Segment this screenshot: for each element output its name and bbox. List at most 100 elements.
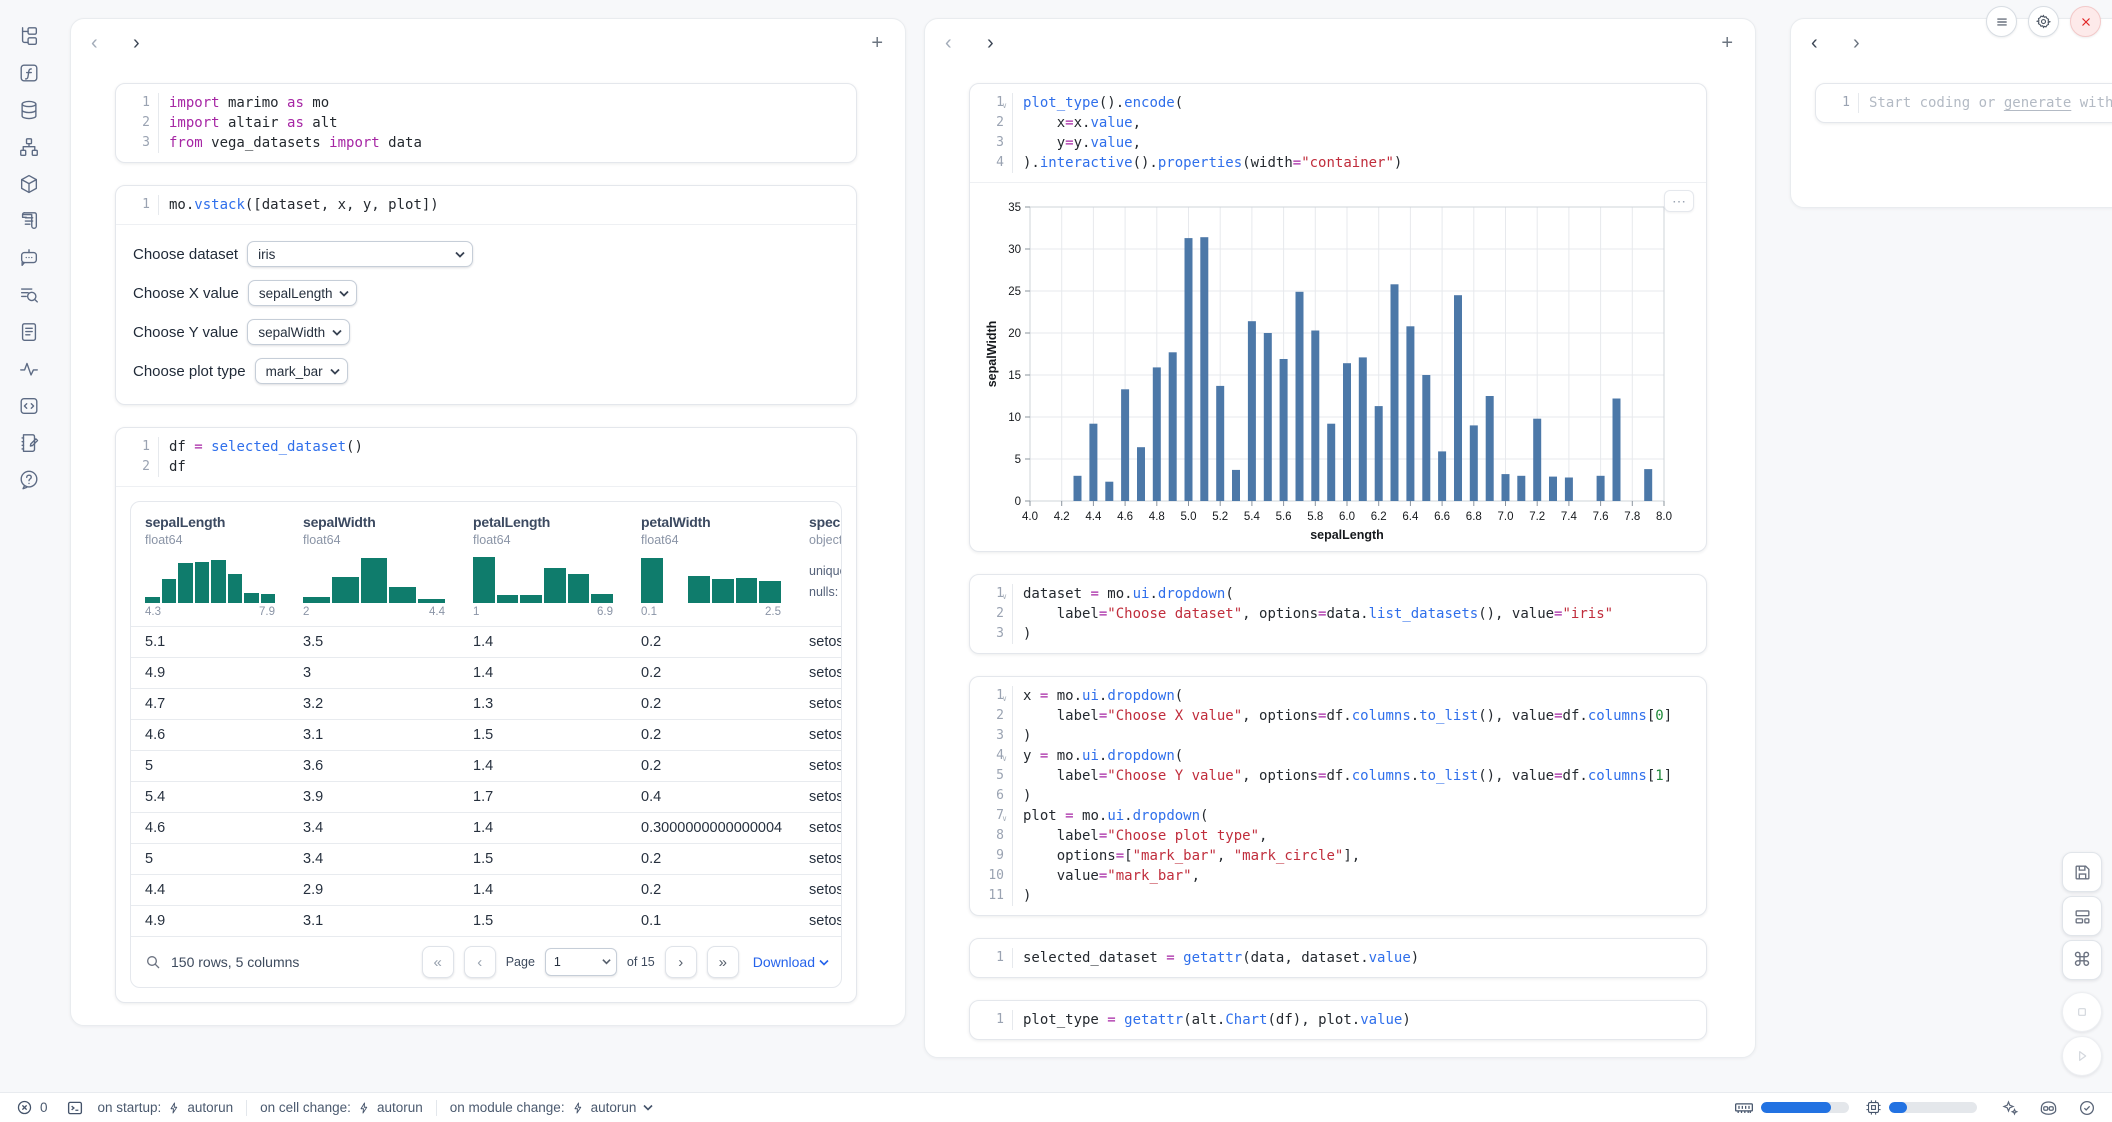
- choose-y-value-select[interactable]: sepalWidth: [247, 319, 350, 345]
- stop-button[interactable]: [2062, 992, 2102, 1032]
- search-icon[interactable]: [145, 954, 161, 970]
- table-row[interactable]: 5.43.91.70.4setosa: [131, 782, 841, 813]
- command-palette-button[interactable]: ⌘: [2062, 940, 2102, 980]
- column-back-icon[interactable]: ‹: [91, 35, 117, 51]
- column-header-species[interactable]: speciesobjectunique:nulls:: [795, 502, 841, 627]
- dependency-graph-icon[interactable]: [17, 135, 41, 159]
- add-column-icon[interactable]: +: [1721, 35, 1733, 51]
- table-row[interactable]: 4.931.40.2setosa: [131, 658, 841, 689]
- table-row[interactable]: 5.13.51.40.2setosa: [131, 627, 841, 658]
- column-name: species: [809, 514, 841, 530]
- function-icon[interactable]: [17, 61, 41, 85]
- chart-options-button[interactable]: ⋯: [1664, 190, 1694, 212]
- column-forward-icon[interactable]: ›: [987, 35, 1013, 51]
- code-editor[interactable]: 1∨234∨567∨891011x = mo.ui.dropdown( labe…: [970, 677, 1706, 915]
- code-line: options=["mark_bar", "mark_circle"],: [1023, 846, 1706, 866]
- help-icon[interactable]: [17, 468, 41, 492]
- table-row[interactable]: 4.63.11.50.2setosa: [131, 720, 841, 751]
- menu-button[interactable]: [1986, 6, 2017, 37]
- column-back-icon[interactable]: ‹: [1811, 35, 1837, 51]
- save-button[interactable]: [2062, 852, 2102, 892]
- code-editor[interactable]: 1mo.vstack([dataset, x, y, plot]): [116, 186, 856, 224]
- svg-text:5: 5: [1015, 454, 1021, 466]
- packages-icon[interactable]: [17, 172, 41, 196]
- code-line: ).interactive().properties(width="contai…: [1023, 153, 1706, 173]
- line-numbers: 1: [116, 195, 158, 215]
- table-row[interactable]: 4.63.41.40.3000000000000004setosa: [131, 813, 841, 844]
- layout-toggle-button[interactable]: [2062, 896, 2102, 936]
- table-row[interactable]: 53.41.50.2setosa: [131, 844, 841, 875]
- column-back-icon[interactable]: ‹: [945, 35, 971, 51]
- code-editor[interactable]: 1 Start coding or generate with AI: [1816, 84, 2112, 122]
- chat-icon[interactable]: [17, 246, 41, 270]
- column-1-toolbar: ‹ › +: [71, 19, 905, 75]
- terminal-button[interactable]: [66, 1099, 84, 1117]
- runtime-config-on-module-change[interactable]: on module change:autorun: [450, 1100, 654, 1115]
- choose-plot-type-select[interactable]: mark_bar: [255, 358, 348, 384]
- page-number-select[interactable]: 1: [545, 948, 617, 976]
- runtime-config-on-startup[interactable]: on startup:autorun: [98, 1100, 234, 1115]
- table-cell: 0.4: [627, 782, 795, 813]
- table-row[interactable]: 4.42.91.40.2setosa: [131, 875, 841, 906]
- snippets-icon[interactable]: [17, 320, 41, 344]
- first-page-button[interactable]: «: [422, 946, 454, 978]
- next-page-button[interactable]: ›: [665, 946, 697, 978]
- column-forward-icon[interactable]: ›: [1853, 35, 1879, 51]
- control-row: Choose datasetiris: [133, 241, 838, 267]
- last-page-button[interactable]: »: [707, 946, 739, 978]
- documentation-icon[interactable]: [17, 209, 41, 233]
- generate-with-ai-link[interactable]: generate: [2004, 95, 2071, 111]
- column-forward-icon[interactable]: ›: [133, 35, 159, 51]
- bar-chart[interactable]: 4.04.24.44.64.85.05.25.45.65.86.06.26.46…: [984, 195, 1674, 547]
- close-app-button[interactable]: [2070, 6, 2101, 37]
- column-1-cells: 123import marimo as moimport altair as a…: [71, 75, 905, 1003]
- run-button[interactable]: [2062, 1036, 2102, 1076]
- code-editor[interactable]: 1selected_dataset = getattr(data, datase…: [970, 939, 1706, 977]
- logs-search-icon[interactable]: [17, 283, 41, 307]
- add-column-icon[interactable]: +: [871, 35, 883, 51]
- column-header-sepalLength[interactable]: sepalLengthfloat644.37.9: [131, 502, 289, 627]
- table-row[interactable]: 53.61.40.2setosa: [131, 751, 841, 782]
- line-numbers: 1∨23: [970, 584, 1012, 644]
- code-editor[interactable]: 1plot_type = getattr(alt.Chart(df), plot…: [970, 1001, 1706, 1039]
- code-editor[interactable]: 12df = selected_dataset()df: [116, 428, 856, 486]
- code-editor[interactable]: 1∨234plot_type().encode( x=x.value, y=y.…: [970, 84, 1706, 182]
- table-cell: 1.4: [459, 751, 627, 782]
- scratchpad-icon[interactable]: [17, 431, 41, 455]
- settings-button[interactable]: [2028, 6, 2059, 37]
- code-editor[interactable]: 1∨23dataset = mo.ui.dropdown( label="Cho…: [970, 575, 1706, 653]
- file-explorer-icon[interactable]: [17, 24, 41, 48]
- chevron-down-icon: [332, 329, 342, 336]
- runtime-config-on-cell-change[interactable]: on cell change:autorun: [260, 1100, 423, 1115]
- code-line: df: [169, 457, 856, 477]
- download-button[interactable]: Download: [753, 954, 829, 970]
- config-label: on startup:: [98, 1100, 162, 1115]
- datasources-icon[interactable]: [17, 98, 41, 122]
- chevron-down-icon: [455, 251, 465, 258]
- dataframe-output: sepalLengthfloat644.37.9sepalWidthfloat6…: [116, 486, 856, 988]
- vstack-output: Choose datasetirisChoose X valuesepalLen…: [116, 224, 856, 404]
- column-header-sepalWidth[interactable]: sepalWidthfloat6424.4: [289, 502, 459, 627]
- choose-dataset-select[interactable]: iris: [247, 241, 473, 267]
- ai-assistant-button[interactable]: [2001, 1099, 2019, 1117]
- table-cell: 0.2: [627, 844, 795, 875]
- table-row[interactable]: 4.93.11.50.1setosa: [131, 906, 841, 937]
- error-indicator[interactable]: 0: [16, 1099, 48, 1116]
- table-row[interactable]: 4.73.21.30.2setosa: [131, 689, 841, 720]
- code-editor[interactable]: 123import marimo as moimport altair as a…: [116, 84, 856, 162]
- code-export-icon[interactable]: [17, 394, 41, 418]
- activity-sidebar: [0, 0, 58, 1122]
- connection-status-icon[interactable]: [2078, 1099, 2096, 1117]
- copilot-button[interactable]: [2039, 1099, 2058, 1116]
- table-cell: setosa: [795, 627, 841, 658]
- column-header-petalLength[interactable]: petalLengthfloat6416.9: [459, 502, 627, 627]
- column-2-cells: 1∨234plot_type().encode( x=x.value, y=y.…: [925, 75, 1755, 1040]
- code-line: plot_type = getattr(alt.Chart(df), plot.…: [1023, 1010, 1706, 1030]
- prev-page-button[interactable]: ‹: [464, 946, 496, 978]
- tracing-icon[interactable]: [17, 357, 41, 381]
- code-line: plot_type().encode(: [1023, 93, 1706, 113]
- svg-text:5.4: 5.4: [1244, 511, 1261, 523]
- column-header-petalWidth[interactable]: petalWidthfloat640.12.5: [627, 502, 795, 627]
- notebook-column-2: ‹ › + 1∨234plot_type().encode( x=x.value…: [924, 18, 1756, 1058]
- choose-x-value-select[interactable]: sepalLength: [248, 280, 358, 306]
